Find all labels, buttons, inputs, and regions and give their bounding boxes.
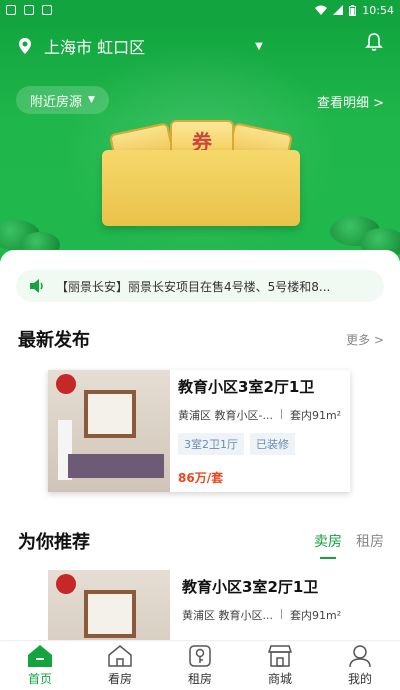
- recommend-tabs: 卖房 租房: [314, 531, 384, 559]
- tab-sell[interactable]: 卖房: [314, 531, 342, 559]
- tab-label: 商城: [267, 672, 292, 686]
- latest-section-title: 最新发布: [18, 330, 90, 351]
- tab-label: 我的: [347, 672, 372, 686]
- profile-icon: [349, 645, 371, 668]
- speaker-icon: [30, 279, 43, 293]
- notification-icon: [6, 5, 16, 15]
- listing-location: 黄浦区 教育小区-...: [178, 409, 273, 422]
- recommend-section-title: 为你推荐: [18, 532, 90, 553]
- wifi-icon: [315, 5, 328, 15]
- notification-icon: [42, 5, 52, 15]
- status-bar: 10:54: [0, 0, 400, 20]
- main-content: 【丽景长安】丽景长安项目在售4号楼、5号楼和8... 最新发布 更多 > 教育小…: [0, 250, 400, 690]
- listing-tag: 已装修: [250, 433, 295, 455]
- announcement-text: 【丽景长安】丽景长安项目在售4号楼、5号楼和8...: [56, 279, 331, 294]
- notification-icon: [24, 5, 34, 15]
- nearby-listings-label: 附近房源: [30, 94, 83, 110]
- announcement-bar[interactable]: 【丽景长安】丽景长安项目在售4号楼、5号楼和8...: [16, 270, 384, 302]
- listing-photo: [48, 370, 170, 492]
- bottom-tab-bar: 首页 看房 租房 商城 我的: [0, 640, 400, 690]
- tab-rent[interactable]: 租房: [356, 531, 384, 551]
- listing-card[interactable]: 教育小区3室2厅1卫 黄浦区 教育小区-... 套内91m² 3室2卫1厅 已装…: [48, 370, 350, 492]
- location-pin-icon: [19, 38, 31, 54]
- listing-title: 教育小区3室2厅1卫: [182, 578, 319, 596]
- rent-key-icon: [189, 645, 211, 667]
- house-view-icon: [108, 645, 132, 667]
- hero-banner: 上海市 虹口区 ▼ 附近房源 ▼ 查看明细 > 券: [0, 20, 400, 270]
- recommend-section-header: 为你推荐 卖房 租房: [18, 528, 384, 559]
- chevron-down-icon: ▼: [88, 95, 95, 105]
- view-details-link[interactable]: 查看明细 >: [317, 92, 384, 111]
- location-label: 上海市 虹口区: [44, 38, 146, 57]
- listing-area: 套内91m²: [290, 609, 342, 622]
- listing-title: 教育小区3室2厅1卫: [178, 378, 315, 396]
- listing-area: 套内91m²: [289, 409, 342, 422]
- listing-price: 86万/套: [178, 471, 224, 485]
- chevron-down-icon[interactable]: ▼: [255, 41, 263, 52]
- location-selector[interactable]: 上海市 虹口区 ▼: [16, 34, 263, 58]
- listing-location: 黄浦区 教育小区...: [182, 609, 273, 622]
- listing-tag: 3室2卫1厅: [178, 433, 244, 455]
- tab-rent[interactable]: 租房: [160, 641, 240, 690]
- tab-label: 看房: [107, 672, 132, 686]
- tab-view-house[interactable]: 看房: [80, 641, 160, 690]
- tab-home[interactable]: 首页: [0, 641, 80, 690]
- tab-shop[interactable]: 商城: [240, 641, 320, 690]
- signal-icon: [333, 5, 344, 15]
- tab-label: 首页: [27, 672, 52, 686]
- battery-icon: [349, 4, 357, 16]
- more-link[interactable]: 更多 >: [346, 331, 384, 348]
- status-notifications: [6, 5, 52, 15]
- shop-icon: [267, 645, 293, 667]
- home-icon: [28, 645, 52, 667]
- status-time: 10:54: [362, 3, 394, 17]
- bell-icon[interactable]: [364, 32, 384, 52]
- tab-profile[interactable]: 我的: [320, 641, 400, 690]
- latest-section-header: 最新发布 更多 >: [18, 326, 384, 352]
- tab-label: 租房: [187, 672, 212, 686]
- nearby-listings-button[interactable]: 附近房源 ▼: [16, 86, 109, 114]
- coupon-box-illustration: [102, 150, 300, 226]
